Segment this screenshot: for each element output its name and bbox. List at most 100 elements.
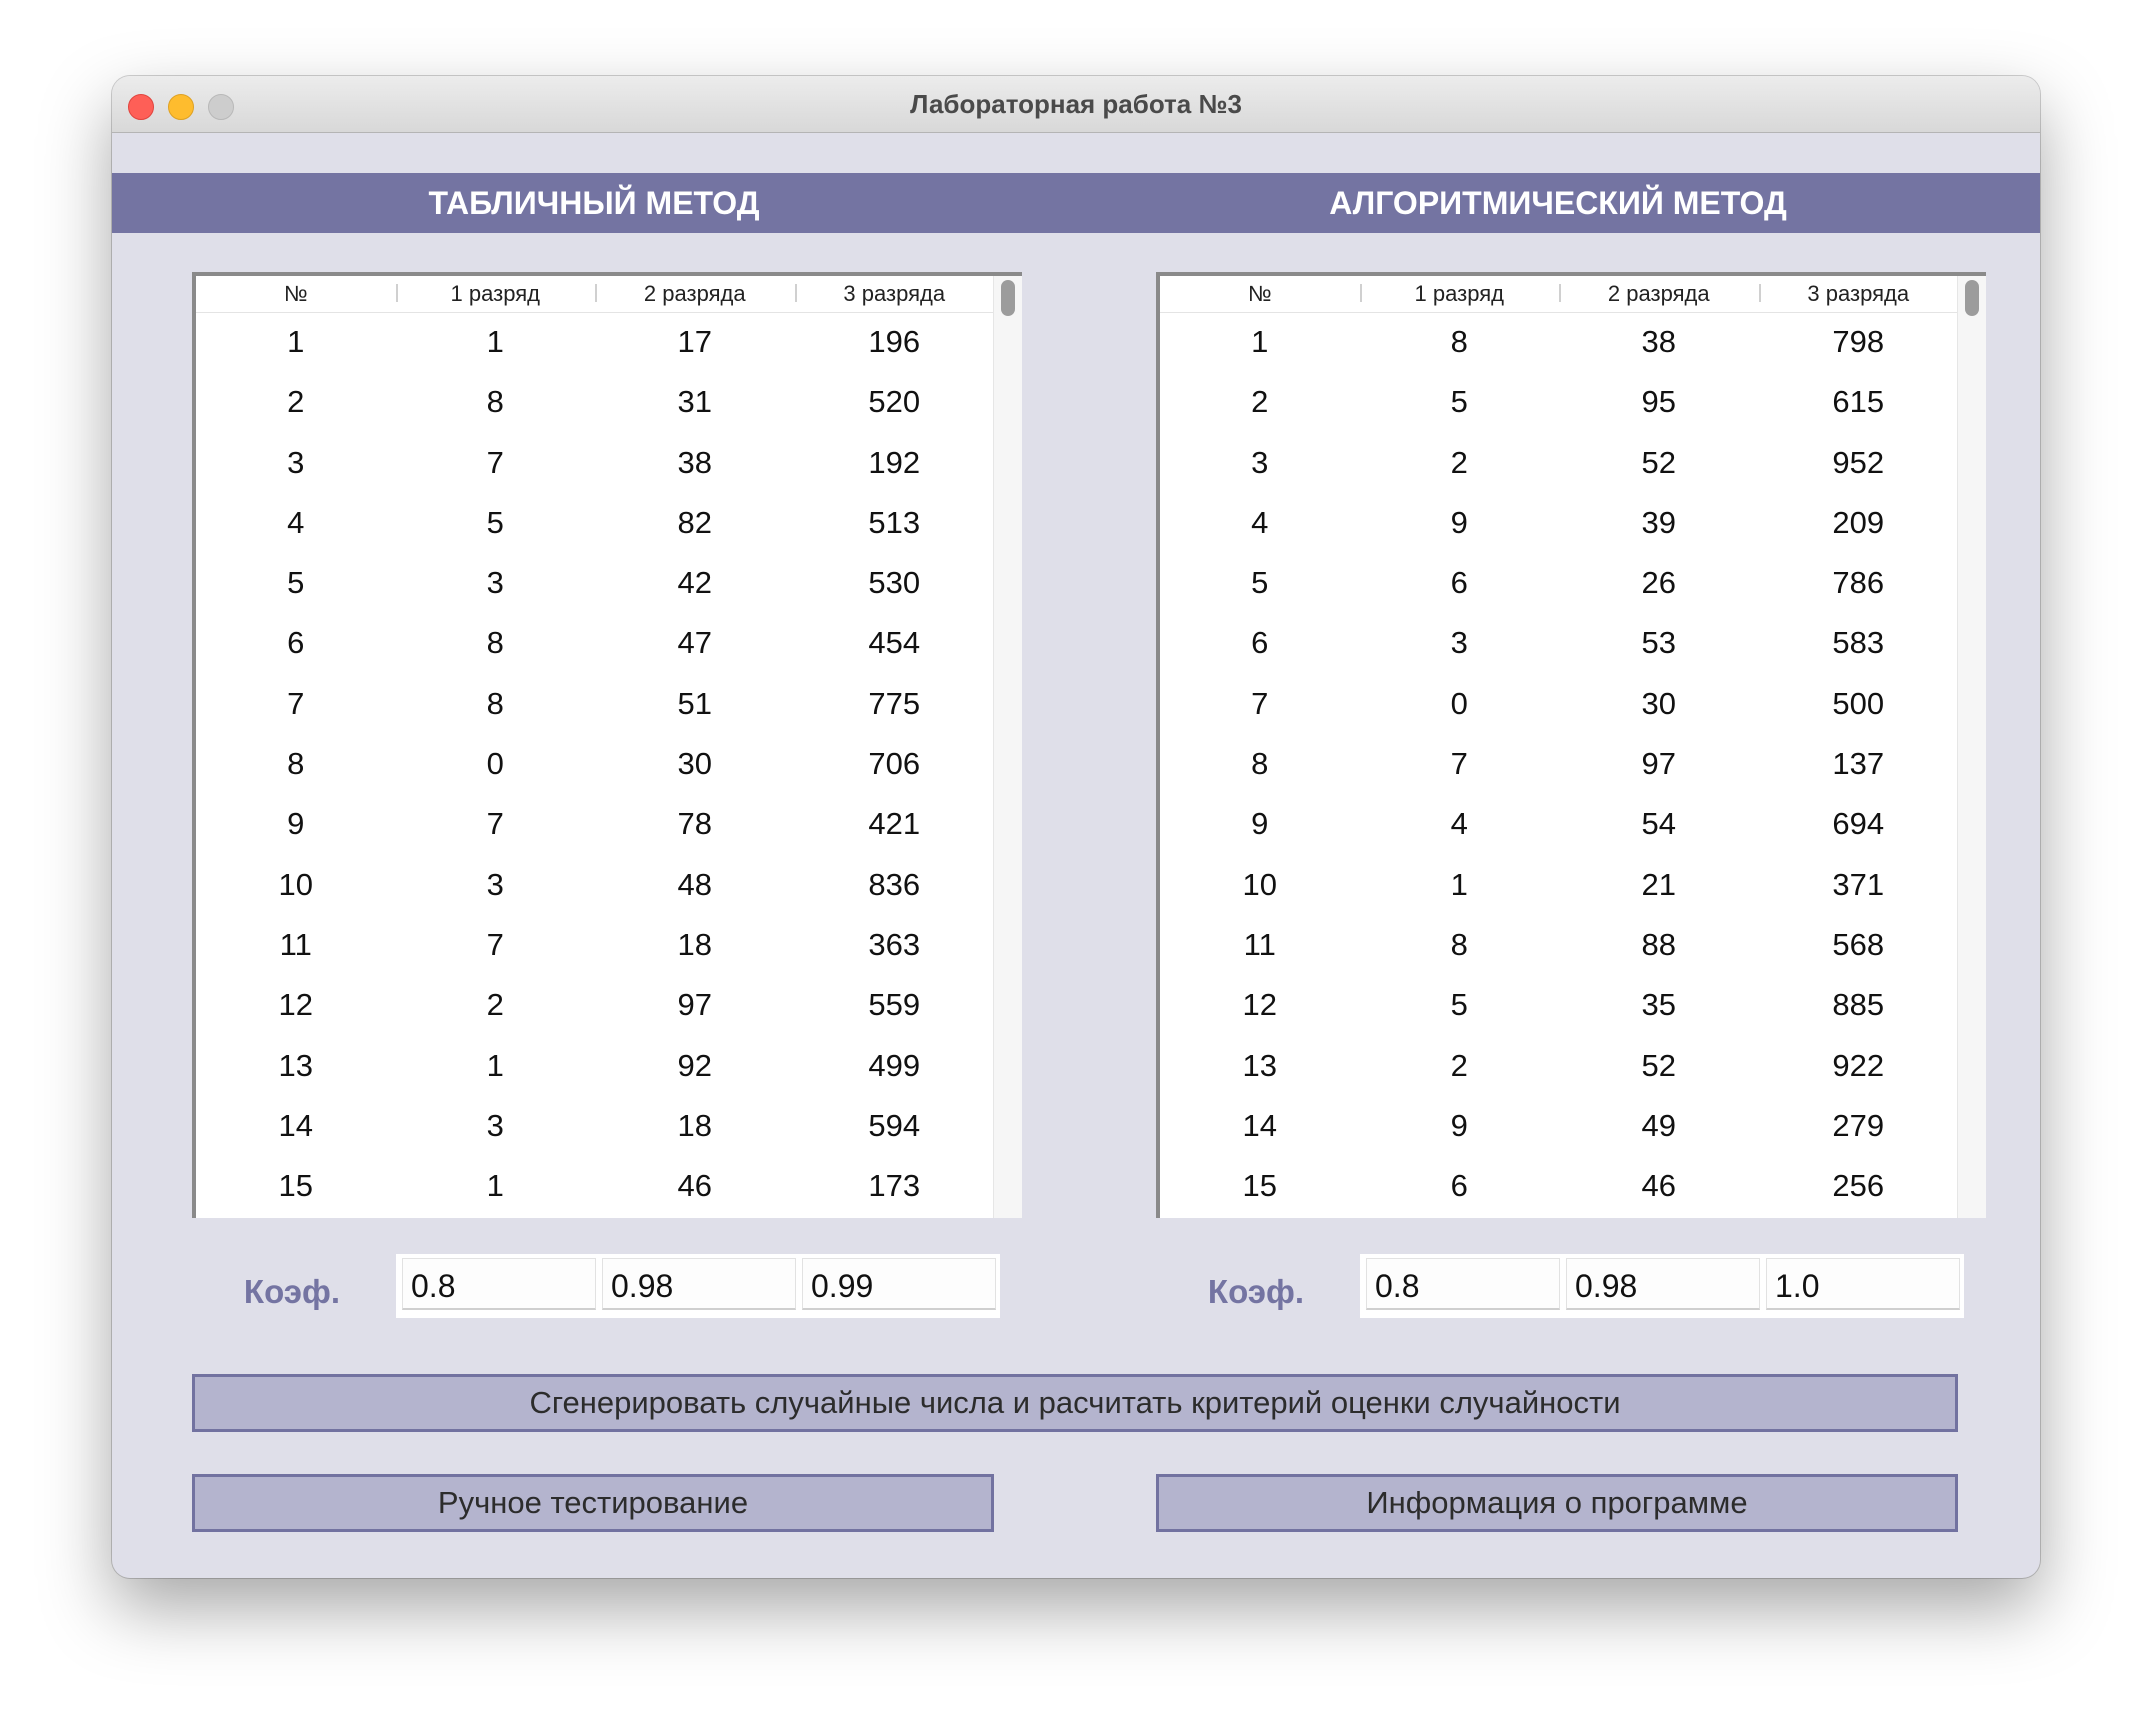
table-row[interactable]: 14 9 49 279 — [1160, 1096, 1958, 1156]
table-cell: 6 — [1450, 1168, 1468, 1204]
table-row[interactable]: 14 3 18 594 — [196, 1096, 994, 1156]
table-row[interactable]: 13 1 92 499 — [196, 1036, 994, 1096]
table-cell: 559 — [868, 987, 921, 1023]
table-row[interactable]: 10 3 48 836 — [196, 855, 994, 915]
table-cell: 196 — [868, 324, 921, 359]
table-row[interactable]: 2 8 31 520 — [196, 372, 994, 432]
coef-1-digit-left-input[interactable] — [402, 1258, 596, 1310]
table-row[interactable]: 15 1 46 173 — [196, 1156, 994, 1216]
table-row[interactable]: 10 1 21 371 — [1160, 855, 1958, 915]
program-info-button[interactable]: Информация о программе — [1156, 1474, 1958, 1532]
table-row[interactable]: 11 7 18 363 — [196, 915, 994, 975]
table-row[interactable]: 6 8 47 454 — [196, 613, 994, 673]
table-cell: 8 — [287, 746, 305, 782]
table-cell: 0 — [486, 746, 504, 782]
table-row[interactable]: 4 9 39 209 — [1160, 493, 1958, 553]
table-cell: 51 — [677, 685, 712, 721]
table-cell: 499 — [868, 1047, 921, 1083]
table-cell: 2 — [1450, 1047, 1468, 1083]
table-cell: 8 — [1251, 746, 1269, 782]
table-cell: 18 — [677, 1107, 712, 1143]
coef-1-digit-right-input[interactable] — [1366, 1258, 1560, 1310]
column-header-3-digits[interactable]: 3 разряда — [794, 276, 995, 312]
table-cell: 9 — [287, 806, 305, 842]
table-cell: 3 — [486, 1107, 504, 1143]
table-row[interactable]: 4 5 82 513 — [196, 493, 994, 553]
table-row[interactable]: 9 7 78 421 — [196, 794, 994, 854]
table-cell: 568 — [1832, 926, 1885, 962]
column-header-2-digits[interactable]: 2 разряда — [1559, 276, 1759, 312]
table-cell: 8 — [486, 384, 504, 420]
column-header-1-digit[interactable]: 1 разряд — [1359, 276, 1560, 312]
table-cell: 7 — [486, 444, 504, 480]
table-row[interactable]: 7 8 51 775 — [196, 674, 994, 734]
table-cell: 52 — [1641, 444, 1676, 480]
generate-and-calculate-button[interactable]: Сгенерировать случайные числа и расчитат… — [192, 1374, 1958, 1432]
table-row[interactable]: 5 6 26 786 — [1160, 553, 1958, 613]
table-method-table[interactable]: № 1 разряд 2 разряда 3 разряда 1 1 17 196 2 8… — [192, 272, 1022, 1218]
table-body: 1 8 38 798 2 5 95 615 3 2 52 952 4 9 39 209 5 6 26 786 6 3 53 5… — [1160, 312, 1958, 1216]
column-header-1-digit[interactable]: 1 разряд — [395, 276, 596, 312]
table-cell: 454 — [868, 625, 921, 661]
table-cell: 6 — [287, 625, 305, 661]
table-cell: 31 — [677, 384, 712, 420]
table-cell: 8 — [1450, 926, 1468, 962]
table-cell: 885 — [1832, 987, 1885, 1023]
title-bar: Лабораторная работа №3 — [112, 76, 2040, 133]
table-cell: 30 — [677, 746, 712, 782]
table-row[interactable]: 5 3 42 530 — [196, 553, 994, 613]
column-header-number[interactable]: № — [1160, 276, 1360, 312]
table-row[interactable]: 15 6 46 256 — [1160, 1156, 1958, 1216]
table-row[interactable]: 13 2 52 922 — [1160, 1036, 1958, 1096]
table-cell: 14 — [278, 1107, 313, 1143]
table-row[interactable]: 1 1 17 196 — [196, 312, 994, 372]
table-cell: 5 — [1450, 384, 1468, 420]
table-cell: 173 — [868, 1168, 921, 1204]
table-row[interactable]: 9 4 54 694 — [1160, 794, 1958, 854]
table-cell: 798 — [1832, 324, 1885, 359]
table-cell: 21 — [1641, 866, 1676, 902]
table-row[interactable]: 11 8 88 568 — [1160, 915, 1958, 975]
table-row[interactable]: 7 0 30 500 — [1160, 674, 1958, 734]
table-cell: 3 — [486, 565, 504, 601]
vertical-scrollbar[interactable] — [1957, 276, 1986, 1218]
coef-2-digits-right-input[interactable] — [1566, 1258, 1760, 1310]
table-cell: 1 — [287, 324, 305, 359]
table-cell: 694 — [1832, 806, 1885, 842]
table-cell: 49 — [1641, 1107, 1676, 1143]
vertical-scrollbar[interactable] — [993, 276, 1022, 1218]
table-cell: 3 — [287, 444, 305, 480]
algorithmic-method-title: АЛГОРИТМИЧЕСКИЙ МЕТОД — [1329, 185, 1787, 221]
table-cell: 4 — [1251, 504, 1269, 540]
table-cell: 1 — [1251, 324, 1269, 359]
table-row[interactable]: 3 2 52 952 — [1160, 433, 1958, 493]
table-cell: 2 — [486, 987, 504, 1023]
scrollbar-thumb[interactable] — [1001, 280, 1015, 316]
table-cell: 38 — [677, 444, 712, 480]
coef-2-digits-left-input[interactable] — [602, 1258, 796, 1310]
manual-testing-button[interactable]: Ручное тестирование — [192, 1474, 994, 1532]
table-row[interactable]: 12 2 97 559 — [196, 975, 994, 1035]
coef-3-digits-right-input[interactable] — [1766, 1258, 1960, 1310]
column-header-3-digits[interactable]: 3 разряда — [1758, 276, 1959, 312]
table-cell: 2 — [287, 384, 305, 420]
scrollbar-thumb[interactable] — [1965, 280, 1979, 316]
table-row[interactable]: 3 7 38 192 — [196, 433, 994, 493]
table-cell: 38 — [1641, 324, 1676, 359]
coef-3-digits-left-input[interactable] — [802, 1258, 996, 1310]
table-row[interactable]: 8 7 97 137 — [1160, 734, 1958, 794]
table-cell: 35 — [1641, 987, 1676, 1023]
table-row[interactable]: 12 5 35 885 — [1160, 975, 1958, 1035]
table-cell: 12 — [278, 987, 313, 1023]
table-row[interactable]: 1 8 38 798 — [1160, 312, 1958, 372]
table-cell: 3 — [1450, 625, 1468, 661]
table-row[interactable]: 6 3 53 583 — [1160, 613, 1958, 673]
algorithmic-method-table[interactable]: № 1 разряд 2 разряда 3 разряда 1 8 38 798 2 5… — [1156, 272, 1986, 1218]
coef-fields-right — [1360, 1254, 1964, 1318]
table-row[interactable]: 8 0 30 706 — [196, 734, 994, 794]
table-cell: 13 — [1242, 1047, 1277, 1083]
table-row[interactable]: 2 5 95 615 — [1160, 372, 1958, 432]
table-cell: 6 — [1251, 625, 1269, 661]
column-header-number[interactable]: № — [196, 276, 396, 312]
column-header-2-digits[interactable]: 2 разряда — [595, 276, 795, 312]
